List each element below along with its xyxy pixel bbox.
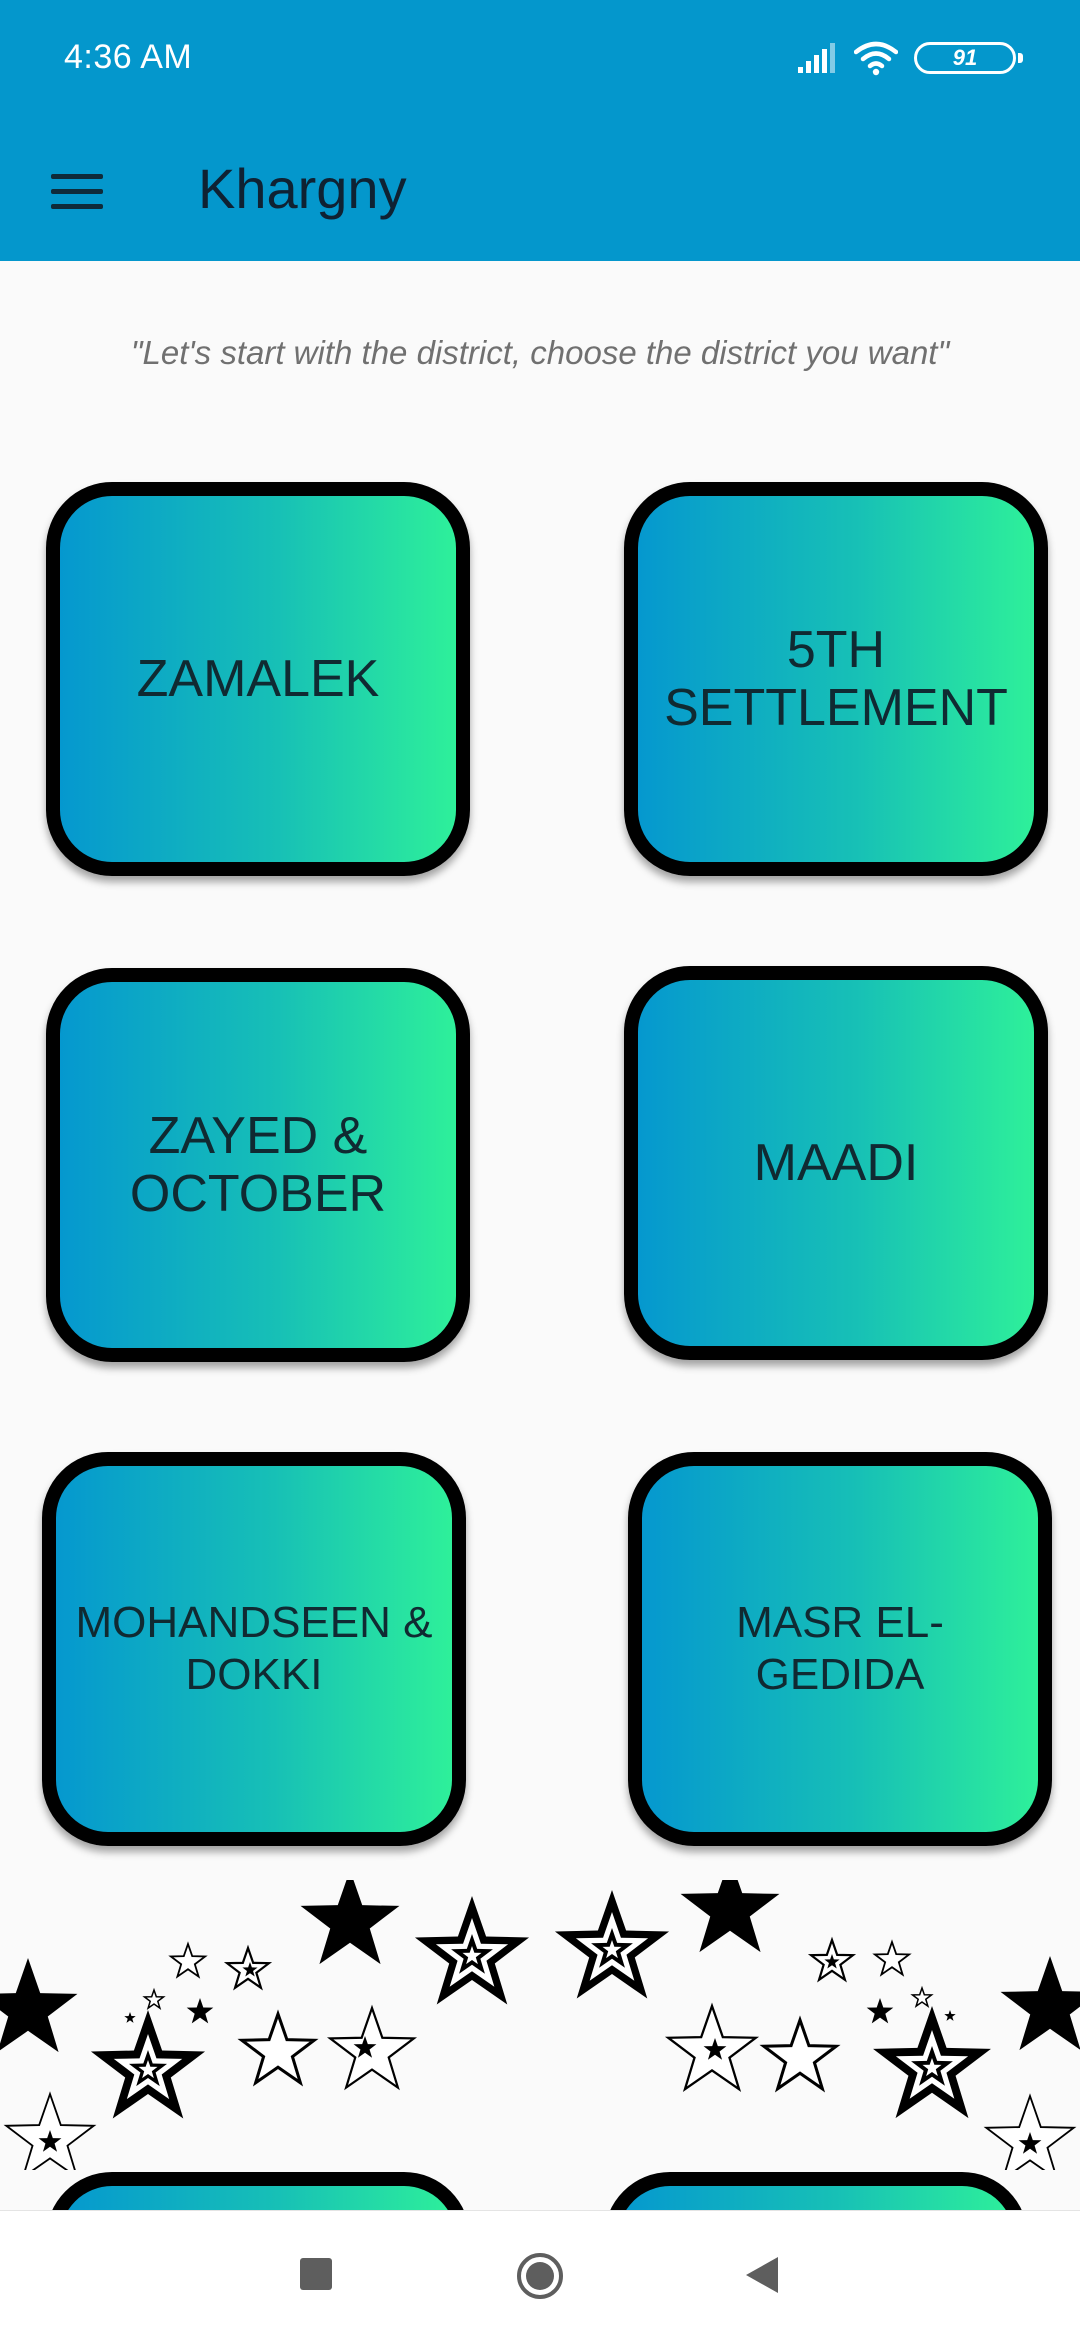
district-label: 5TH SETTLEMENT — [664, 621, 1008, 737]
navigation-bar — [0, 2210, 1080, 2340]
back-triangle-icon[interactable] — [744, 2255, 780, 2295]
wifi-icon — [854, 41, 898, 76]
district-card-zayed-october[interactable]: ZAYED & OCTOBER — [46, 968, 470, 1362]
screen: 4:36 AM 91 Khargny "Let's start with the… — [0, 0, 1080, 2340]
district-card-5th-settlement[interactable]: 5TH SETTLEMENT — [624, 482, 1048, 876]
district-label: ZAYED & OCTOBER — [129, 1107, 387, 1223]
recents-square-icon[interactable] — [300, 2258, 332, 2290]
district-card-maadi[interactable]: MAADI — [624, 966, 1048, 1360]
app-bar: Khargny — [0, 118, 1080, 261]
signal-icon — [798, 43, 835, 73]
district-label: MOHANDSEEN & DOKKI — [75, 1598, 433, 1699]
district-card-masr-el-gedida[interactable]: MASR EL-GEDIDA — [628, 1452, 1052, 1846]
battery-icon: 91 — [914, 42, 1023, 74]
district-label: ZAMALEK — [136, 650, 380, 708]
app-title: Khargny — [198, 157, 407, 220]
district-label: MAADI — [753, 1134, 919, 1192]
stars-decoration-icon — [0, 1880, 1080, 2170]
instruction-text: "Let's start with the district, choose t… — [130, 334, 950, 371]
home-circle-icon[interactable] — [516, 2252, 564, 2300]
status-icons: 91 — [796, 36, 1023, 80]
menu-icon[interactable] — [44, 158, 110, 224]
district-card-mohandseen-dokki[interactable]: MOHANDSEEN & DOKKI — [42, 1452, 466, 1846]
status-bar: 4:36 AM 91 — [0, 0, 1080, 118]
district-card-zamalek[interactable]: ZAMALEK — [46, 482, 470, 876]
battery-level: 91 — [952, 45, 978, 70]
status-time: 4:36 AM — [64, 38, 193, 76]
district-label: MASR EL-GEDIDA — [736, 1598, 944, 1699]
